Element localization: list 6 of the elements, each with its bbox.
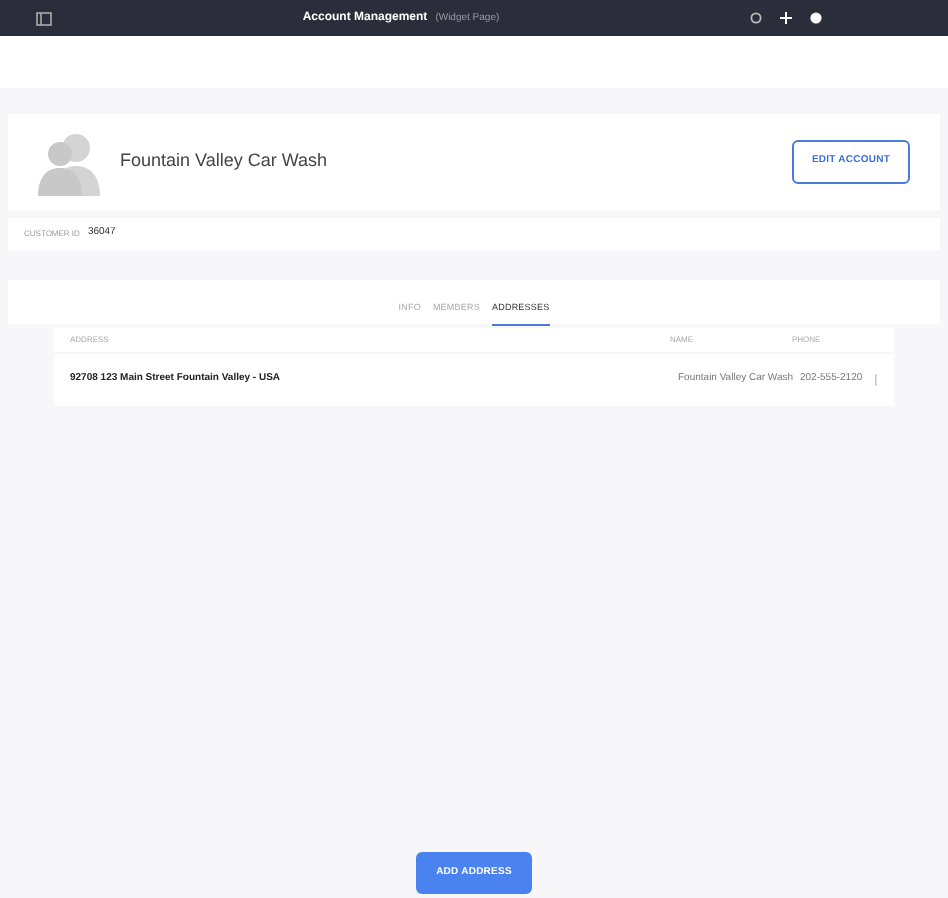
circle-icon[interactable]: [810, 12, 822, 24]
avatar-icon: [32, 128, 100, 196]
sidebar-toggle-icon[interactable]: [36, 11, 52, 25]
plus-icon[interactable]: [780, 12, 792, 24]
settings-icon[interactable]: [750, 12, 762, 24]
account-name: Fountain Valley Car Wash: [120, 148, 330, 175]
